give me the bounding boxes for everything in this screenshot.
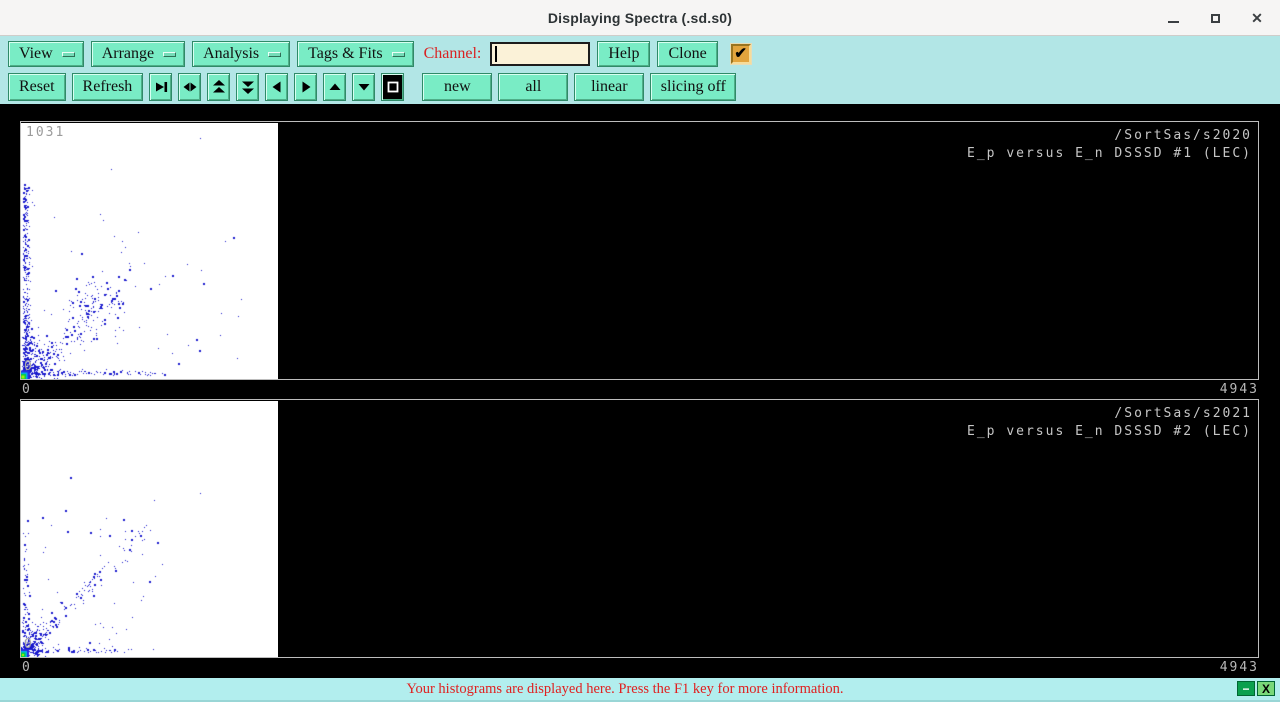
x-min-label: 0 bbox=[22, 382, 32, 397]
skip-to-edge-icon[interactable] bbox=[149, 72, 173, 101]
statusbar-controls: − X bbox=[1237, 681, 1275, 696]
view-menu-button[interactable]: View bbox=[8, 41, 84, 67]
clone-button[interactable]: Clone bbox=[657, 41, 718, 67]
spectrum-path: /SortSas/s2020 bbox=[1114, 128, 1252, 143]
spectra-display-area: 1031 0 /SortSas/s2020 E_p versus E_n DSS… bbox=[0, 104, 1280, 678]
help-button[interactable]: Help bbox=[597, 41, 651, 67]
expand-horizontal-icon[interactable] bbox=[178, 72, 202, 101]
window-controls: ✕ bbox=[1164, 0, 1266, 36]
spectrum-title: E_p versus E_n DSSSD #1 (LEC) bbox=[967, 146, 1252, 161]
toolbar: View Arrange Analysis Tags & Fits Channe… bbox=[0, 36, 1280, 104]
maximize-icon[interactable] bbox=[1206, 9, 1224, 27]
spectrum-panel-2: 0 /SortSas/s2021 E_p versus E_n DSSSD #2… bbox=[20, 399, 1259, 658]
new-button[interactable]: new bbox=[422, 72, 493, 101]
x-min-label: 0 bbox=[22, 660, 32, 675]
view-menu-label: View bbox=[19, 45, 53, 62]
spectrum-title: E_p versus E_n DSSSD #2 (LEC) bbox=[967, 424, 1252, 439]
x-max-label: 4943 bbox=[1219, 660, 1259, 675]
minimize-icon[interactable] bbox=[1164, 9, 1182, 27]
reset-button[interactable]: Reset bbox=[8, 72, 66, 101]
refresh-button[interactable]: Refresh bbox=[71, 72, 144, 101]
all-button[interactable]: all bbox=[498, 72, 569, 101]
scatter-plot-canvas[interactable] bbox=[21, 401, 278, 657]
scatter-plot-canvas[interactable] bbox=[21, 123, 278, 379]
text-caret bbox=[495, 46, 498, 62]
linear-button[interactable]: linear bbox=[574, 72, 645, 101]
spectrum-path: /SortSas/s2021 bbox=[1114, 406, 1252, 421]
x-axis-row: 0 4943 bbox=[20, 658, 1261, 677]
tags-fits-menu-label: Tags & Fits bbox=[308, 45, 383, 62]
status-message: Your histograms are displayed here. Pres… bbox=[406, 680, 844, 697]
tags-fits-menu-button[interactable]: Tags & Fits bbox=[297, 41, 414, 67]
menu-indicator-icon bbox=[391, 51, 405, 57]
scroll-right-icon[interactable] bbox=[294, 72, 318, 101]
statusbar: Your histograms are displayed here. Pres… bbox=[0, 678, 1280, 702]
statusbar-close-icon[interactable]: X bbox=[1257, 681, 1275, 696]
x-axis-row: 0 4943 bbox=[20, 380, 1261, 399]
titlebar: Displaying Spectra (.sd.s0) ✕ bbox=[0, 0, 1280, 36]
scroll-left-icon[interactable] bbox=[265, 72, 289, 101]
menu-indicator-icon bbox=[163, 51, 177, 57]
channel-entry-wrap bbox=[490, 42, 591, 66]
channel-label: Channel: bbox=[423, 45, 482, 62]
statusbar-minimize-icon[interactable]: − bbox=[1237, 681, 1255, 696]
x-max-label: 4943 bbox=[1219, 382, 1259, 397]
scroll-up-fast-icon[interactable] bbox=[207, 72, 231, 101]
arrange-menu-label: Arrange bbox=[101, 45, 155, 62]
scroll-down-icon[interactable] bbox=[352, 72, 376, 101]
max-count-label: 1031 bbox=[26, 125, 66, 140]
toolbar-checkbox[interactable]: ✔ bbox=[729, 43, 752, 65]
full-view-icon[interactable] bbox=[381, 72, 405, 101]
scroll-down-fast-icon[interactable] bbox=[236, 72, 260, 101]
spectrum-panel-1: 1031 0 /SortSas/s2020 E_p versus E_n DSS… bbox=[20, 121, 1259, 380]
channel-input[interactable] bbox=[490, 42, 591, 66]
panel-labels: /SortSas/s2021 E_p versus E_n DSSSD #2 (… bbox=[967, 405, 1252, 441]
analysis-menu-label: Analysis bbox=[203, 45, 260, 62]
close-icon[interactable]: ✕ bbox=[1248, 9, 1266, 27]
menu-indicator-icon bbox=[61, 51, 75, 57]
menu-indicator-icon bbox=[268, 51, 282, 57]
checkmark-icon: ✔ bbox=[734, 44, 747, 62]
app-window: Displaying Spectra (.sd.s0) ✕ View Arran… bbox=[0, 0, 1280, 702]
analysis-menu-button[interactable]: Analysis bbox=[192, 41, 291, 67]
y-min-label: 0 bbox=[24, 637, 34, 652]
arrange-menu-button[interactable]: Arrange bbox=[90, 41, 186, 67]
scroll-up-icon[interactable] bbox=[323, 72, 347, 101]
panel-labels: /SortSas/s2020 E_p versus E_n DSSSD #1 (… bbox=[967, 127, 1252, 163]
window-title: Displaying Spectra (.sd.s0) bbox=[547, 9, 733, 26]
slicing-button[interactable]: slicing off bbox=[650, 72, 737, 101]
y-min-label: 0 bbox=[24, 359, 34, 374]
